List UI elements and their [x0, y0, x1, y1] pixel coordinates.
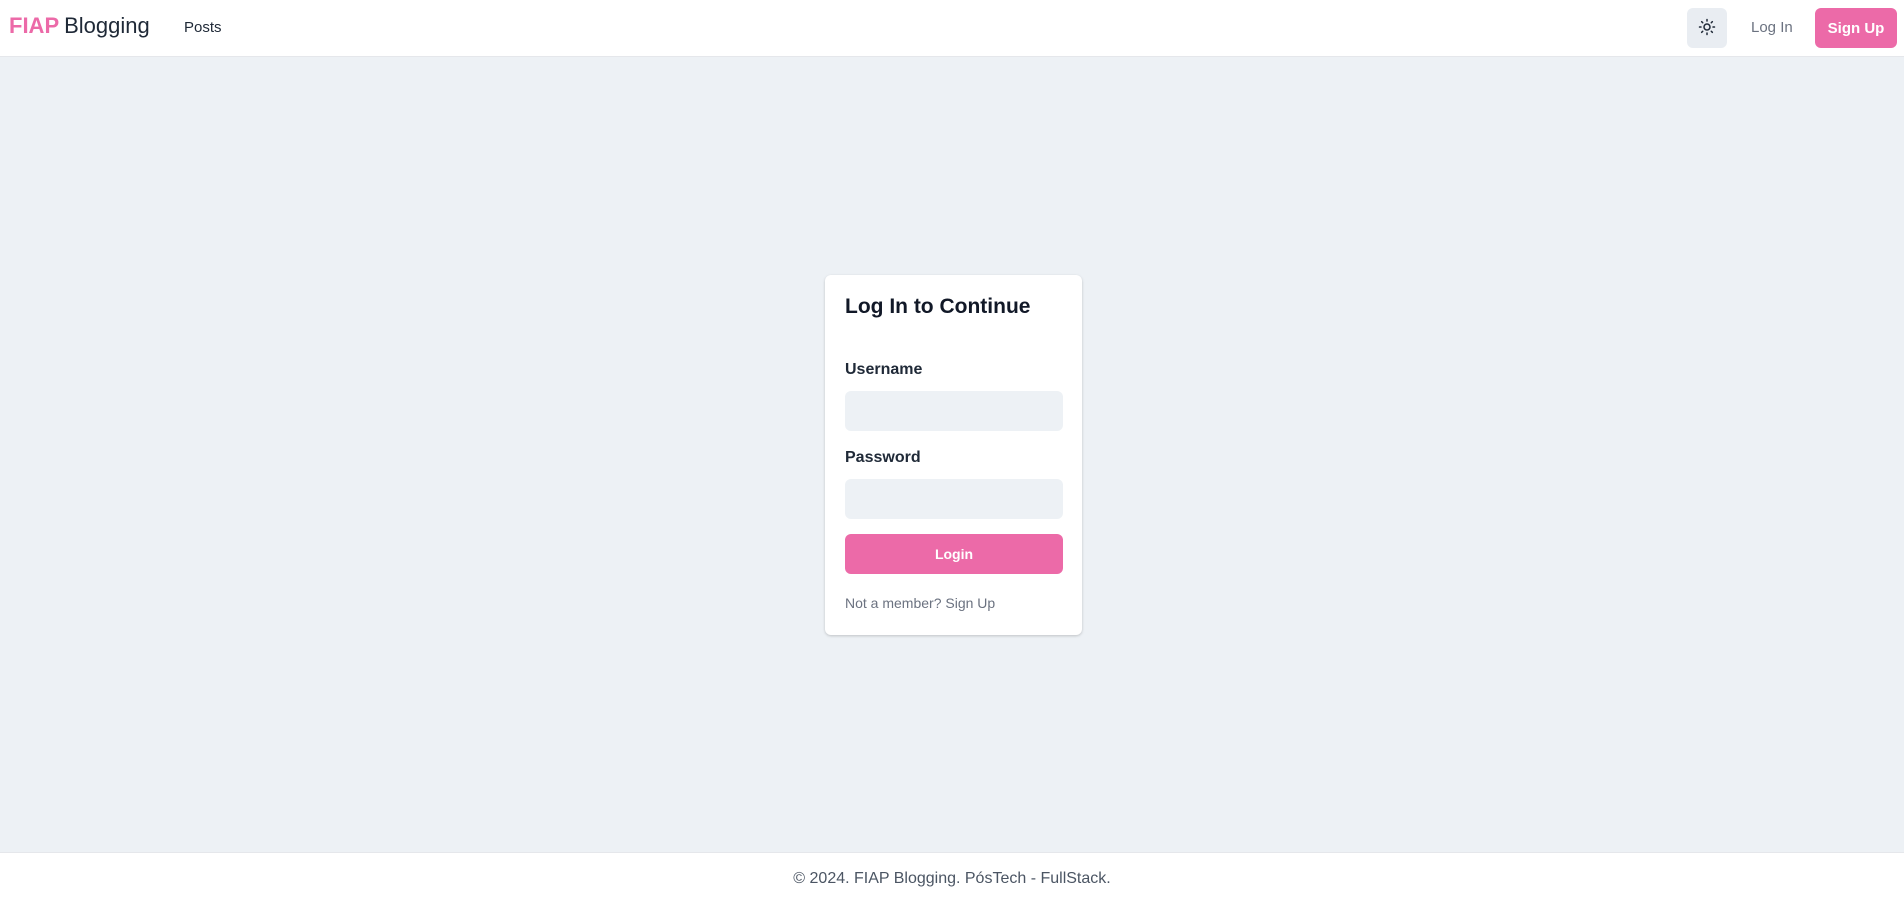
brand-primary: FIAP: [9, 13, 60, 38]
login-submit-button[interactable]: Login: [845, 534, 1063, 574]
header-signup-button[interactable]: Sign Up: [1815, 8, 1897, 48]
username-label: Username: [845, 361, 923, 378]
page-footer: © 2024. FIAP Blogging. PósTech - FullSta…: [0, 852, 1904, 904]
theme-toggle-button[interactable]: [1687, 8, 1727, 48]
signup-prompt-text: Not a member?: [845, 595, 942, 611]
login-card: Log In to Continue Username Password Log…: [825, 275, 1082, 635]
brand-secondary: Blogging: [64, 13, 150, 38]
header-login-link[interactable]: Log In: [1751, 19, 1793, 36]
top-navbar: FIAP Blogging Posts Log In Sign Up: [0, 0, 1904, 57]
login-card-title: Log In to Continue: [845, 295, 1031, 318]
footer-copyright: © 2024. FIAP Blogging. PósTech - FullSta…: [793, 869, 1111, 887]
username-input[interactable]: [845, 391, 1063, 431]
password-input[interactable]: [845, 479, 1063, 519]
signup-prompt: Not a member? Sign Up: [845, 595, 995, 611]
sun-icon: [1698, 18, 1716, 39]
nav-posts-link[interactable]: Posts: [184, 19, 222, 36]
password-label: Password: [845, 449, 921, 466]
brand-logo[interactable]: FIAP Blogging: [9, 13, 150, 39]
signup-link[interactable]: Sign Up: [945, 595, 995, 611]
